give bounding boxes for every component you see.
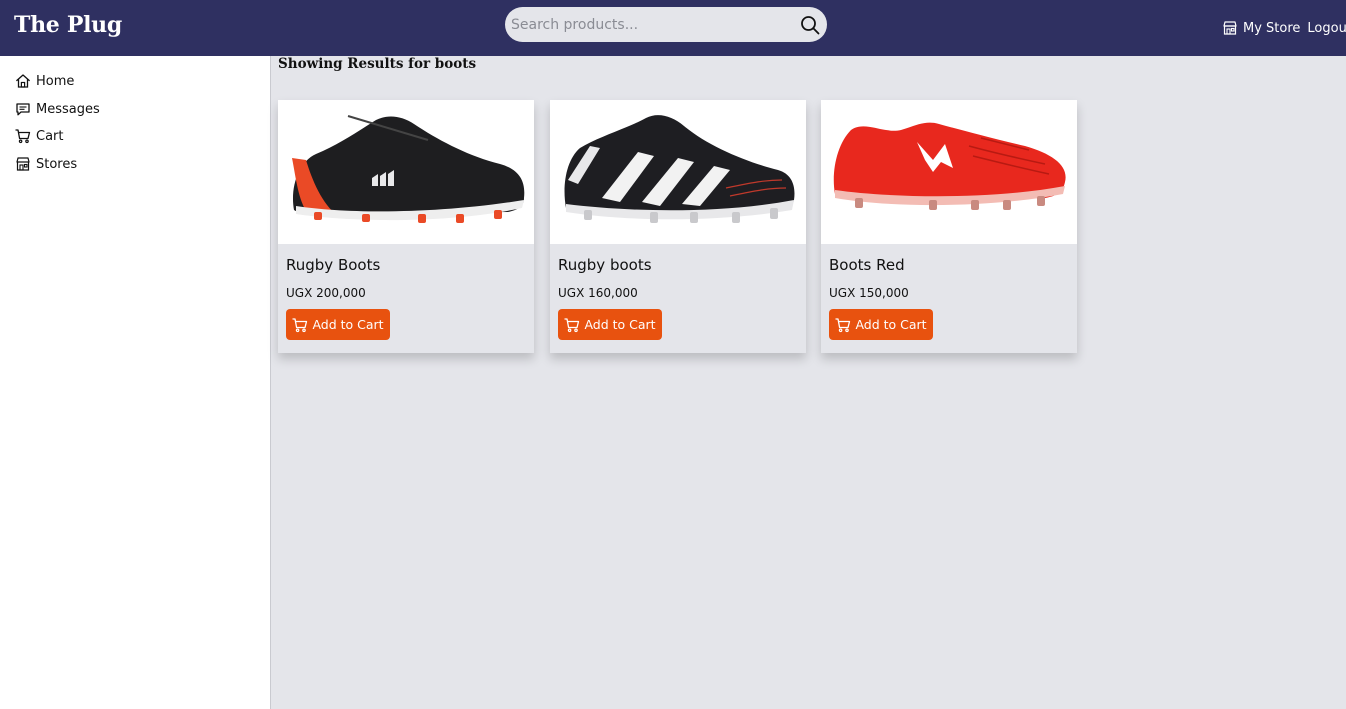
sidebar-item-cart[interactable]: Cart — [15, 128, 64, 144]
top-navbar: The Plug My Store Logout — [0, 0, 1346, 56]
sidebar-item-label: Home — [36, 73, 75, 89]
product-name[interactable]: Boots Red — [829, 256, 905, 274]
sidebar-item-label: Stores — [36, 156, 78, 172]
search-input[interactable] — [511, 7, 791, 42]
results-heading: Showing Results for boots — [278, 56, 477, 72]
cart-icon — [292, 317, 308, 332]
product-card[interactable]: Boots Red UGX 150,000 Add to Cart — [821, 100, 1077, 353]
cart-icon — [835, 317, 851, 332]
add-to-cart-button[interactable]: Add to Cart — [829, 309, 933, 340]
search-bar — [505, 7, 827, 42]
add-to-cart-button[interactable]: Add to Cart — [558, 309, 662, 340]
product-card[interactable]: Rugby Boots UGX 200,000 Add to Cart — [278, 100, 534, 353]
brand-logo[interactable]: The Plug — [14, 12, 122, 38]
add-to-cart-label: Add to Cart — [312, 317, 384, 332]
product-name[interactable]: Rugby Boots — [286, 256, 380, 274]
product-card[interactable]: Rugby boots UGX 160,000 Add to Cart — [550, 100, 806, 353]
my-store-label: My Store — [1243, 20, 1301, 36]
product-image[interactable] — [278, 100, 534, 244]
add-to-cart-button[interactable]: Add to Cart — [286, 309, 390, 340]
product-price: UGX 150,000 — [829, 286, 909, 300]
message-icon — [16, 103, 30, 116]
main-content: Showing Results for boots Rugby Boots UG… — [271, 56, 1346, 709]
cart-icon — [15, 129, 31, 144]
header-actions: My Store Logout — [1222, 19, 1346, 37]
sidebar-item-messages[interactable]: Messages — [15, 101, 100, 117]
product-price: UGX 200,000 — [286, 286, 366, 300]
product-image[interactable] — [550, 100, 806, 244]
add-to-cart-label: Add to Cart — [855, 317, 927, 332]
product-price: UGX 160,000 — [558, 286, 638, 300]
add-to-cart-label: Add to Cart — [584, 317, 656, 332]
search-icon[interactable] — [799, 14, 821, 36]
sidebar-item-home[interactable]: Home — [15, 73, 74, 89]
cart-icon — [564, 317, 580, 332]
product-name[interactable]: Rugby boots — [558, 256, 652, 274]
sidebar-item-stores[interactable]: Stores — [15, 156, 77, 172]
sidebar-item-label: Cart — [36, 128, 64, 144]
product-image[interactable] — [821, 100, 1077, 244]
sidebar-item-label: Messages — [36, 101, 100, 117]
home-icon — [16, 74, 30, 88]
sidebar: Home Messages Cart Stores — [0, 56, 271, 709]
logout-link[interactable]: Logout — [1307, 21, 1346, 36]
store-icon — [1223, 21, 1237, 35]
store-icon — [16, 157, 30, 171]
my-store-link[interactable]: My Store — [1222, 20, 1300, 36]
